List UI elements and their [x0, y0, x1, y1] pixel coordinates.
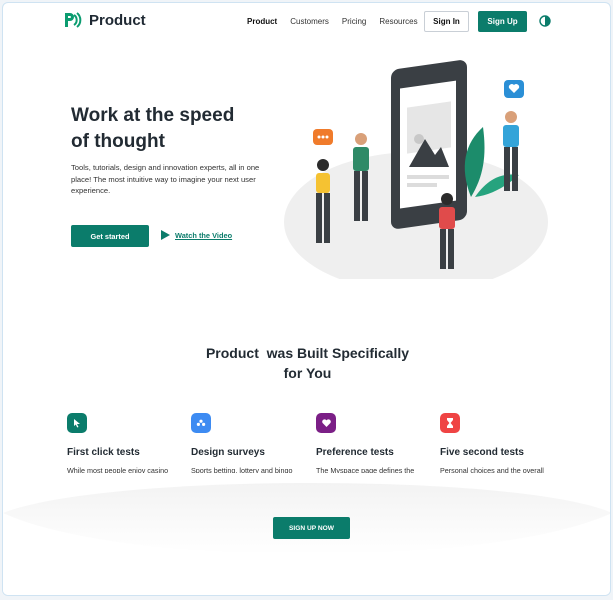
watch-video-link[interactable]: Watch the Video: [161, 230, 232, 240]
watch-video-label: Watch the Video: [175, 230, 233, 240]
features-title-line1: Product was Built Specifically: [205, 345, 410, 361]
hero-description: Tools, tutorials, design and innovation …: [71, 163, 260, 195]
nav-link-resources[interactable]: Resources: [379, 17, 417, 26]
play-icon: [161, 230, 170, 240]
phone-graphic: [391, 60, 467, 229]
logo-text: Product: [89, 11, 146, 29]
hero-title-line2: of thought: [71, 131, 165, 152]
logo-icon: [65, 12, 82, 28]
nav-link-product[interactable]: Product: [247, 17, 277, 26]
heart-bubble-icon: [504, 80, 524, 98]
users-icon: [191, 413, 211, 433]
theme-toggle-icon[interactable]: [539, 15, 551, 27]
feature-title: First click tests: [67, 447, 140, 458]
chat-bubble-icon: [313, 129, 333, 145]
top-nav: Product Product Customers Pricing Resour…: [3, 3, 610, 41]
sign-in-button[interactable]: Sign In: [424, 11, 469, 32]
feature-title: Preference tests: [316, 447, 394, 458]
get-started-button[interactable]: Get started: [71, 225, 149, 247]
sign-up-now-button[interactable]: SIGN UP NOW: [273, 517, 350, 539]
nav-link-customers[interactable]: Customers: [290, 17, 329, 26]
hero-title-line1: Work at the speed: [71, 105, 235, 126]
features-title-line2: for You: [283, 365, 332, 381]
page-frame: Product Product Customers Pricing Resour…: [2, 2, 611, 596]
hero-illustration: [284, 60, 548, 279]
feature-title: Five second tests: [440, 447, 524, 458]
hero-title: Work at the speed of thought: [71, 103, 271, 155]
nav-link-pricing[interactable]: Pricing: [342, 17, 366, 26]
logo[interactable]: Product: [63, 11, 146, 29]
heart-icon: [316, 413, 336, 433]
features-title: Product was Built Specifically for You: [153, 343, 462, 383]
nav-links: Product Customers Pricing Resources: [247, 17, 418, 26]
hourglass-icon: [440, 413, 460, 433]
feature-title: Design surveys: [191, 447, 265, 458]
cursor-icon: [67, 413, 87, 433]
sign-up-button[interactable]: Sign Up: [478, 11, 527, 32]
